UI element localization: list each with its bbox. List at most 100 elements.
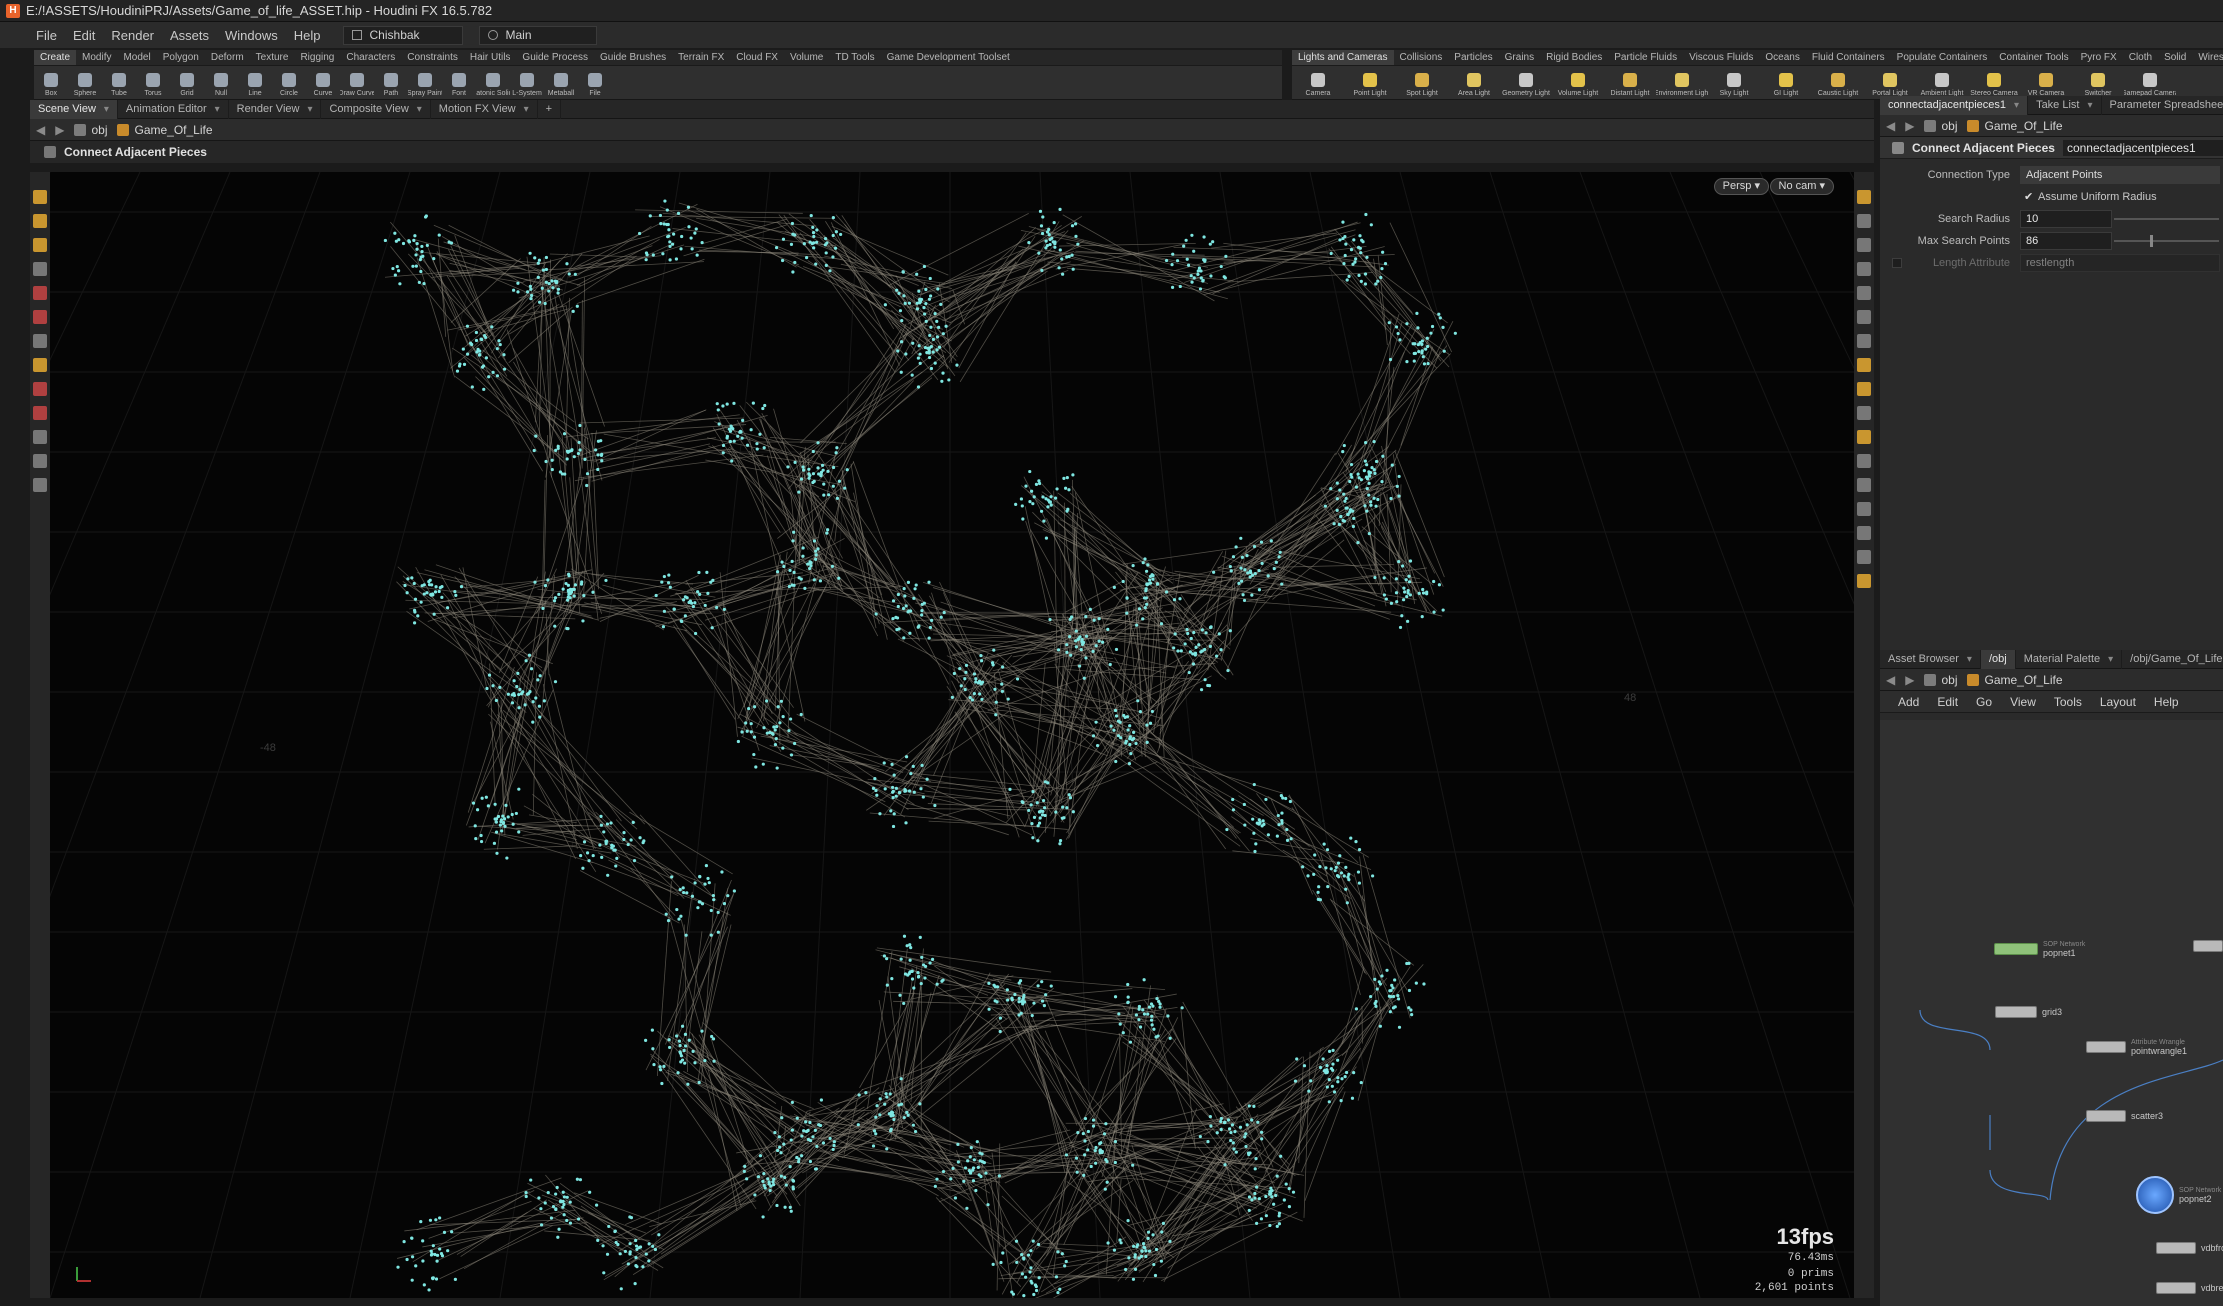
left-shelf-tab[interactable]: Volume [784,50,829,65]
ghost-icon[interactable] [1857,214,1871,228]
shading-icon[interactable] [1857,286,1871,300]
right-shelf-tool[interactable]: Area Light [1448,66,1500,99]
path-node[interactable]: Game_Of_Life [1967,673,2063,687]
left-shelf-tool[interactable]: Circle [272,66,306,99]
tab-scene-view[interactable]: Scene View ▾ [30,99,118,119]
left-shelf-tab[interactable]: Create [34,50,77,65]
right-shelf-tool[interactable]: VR Camera [2020,66,2072,99]
path-node[interactable]: Game_Of_Life [117,123,213,137]
left-shelf-tab[interactable]: Model [117,50,156,65]
wire-icon[interactable] [1857,334,1871,348]
render-icon[interactable] [1857,574,1871,588]
add-tab-button[interactable]: + [538,99,562,119]
node-vdbfrompoly[interactable]: vdbfrompoly [2156,1242,2223,1254]
tab-menu-icon[interactable]: ▾ [417,100,422,119]
tab-asset-browser[interactable]: Asset Browser ▾ [1880,649,1981,669]
tab-menu-icon[interactable]: ▾ [215,100,220,119]
tab-menu-icon[interactable]: ▾ [2014,96,2019,115]
workspace-selector[interactable]: Main [478,25,597,45]
light-icon[interactable] [1857,262,1871,276]
right-shelf-tool[interactable]: Sky Light [1708,66,1760,99]
left-shelf-tool[interactable]: Box [34,66,68,99]
search-radius-field[interactable]: 10 [2020,210,2112,228]
slider-handle-icon[interactable] [2150,235,2153,247]
tab-parameter-spreadsheet[interactable]: Parameter Spreadsheet [2102,96,2223,115]
checkbox-icon[interactable]: ✔ [2024,192,2034,203]
right-shelf-tab[interactable]: Populate Containers [1891,50,1994,65]
right-shelf-tab[interactable]: Grains [1499,50,1540,65]
net-menu-layout[interactable]: Layout [2100,695,2136,709]
right-shelf-tab[interactable]: Cloth [2123,50,2158,65]
node-popnet2[interactable]: SOP Network popnet2 [2136,1176,2221,1214]
left-shelf-tab[interactable]: Game Development Toolset [881,50,1016,65]
tab-network-path[interactable]: /obj/Game_Of_Life [2122,650,2223,669]
left-shelf-tool[interactable]: Grid [170,66,204,99]
snap-tool-icon[interactable] [33,358,47,372]
right-shelf-tab[interactable]: Particles [1448,50,1498,65]
left-shelf-tab[interactable]: Terrain FX [672,50,730,65]
menu-edit[interactable]: Edit [73,28,95,43]
left-shelf-tab[interactable]: Constraints [401,50,464,65]
forward-arrow-icon[interactable]: ▶ [1905,673,1914,687]
tab-parameters[interactable]: connectadjacentpieces1 ▾ [1880,95,2029,115]
left-shelf-tool[interactable]: Metaball [544,66,578,99]
menu-windows[interactable]: Windows [225,28,278,43]
left-shelf-tab[interactable]: Guide Process [516,50,594,65]
rotate-tool-icon[interactable] [33,238,47,252]
path-node[interactable]: Game_Of_Life [1967,119,2063,133]
connection-type-menu[interactable]: Adjacent Points [2020,166,2220,184]
tab-menu-icon[interactable]: ▾ [2108,650,2113,669]
right-shelf-tool[interactable]: Portal Light [1864,66,1916,99]
left-shelf-tool[interactable]: Null [204,66,238,99]
guide-icon[interactable] [1857,430,1871,444]
tab-motion-fx-view[interactable]: Motion FX View ▾ [431,99,538,119]
right-shelf-tab[interactable]: Pyro FX [2075,50,2123,65]
magnet-icon[interactable] [33,382,47,396]
snap-edge-icon[interactable] [33,430,47,444]
camera-icon[interactable] [1857,358,1871,372]
right-shelf-tool[interactable]: GI Light [1760,66,1812,99]
camera-menu-button[interactable]: No cam ▾ [1769,178,1834,195]
back-arrow-icon[interactable]: ◀ [36,123,45,137]
menu-help[interactable]: Help [294,28,321,43]
node-grid3[interactable]: grid3 [1995,1006,2062,1018]
right-shelf-tab[interactable]: Particle Fluids [1608,50,1683,65]
back-arrow-icon[interactable]: ◀ [1886,119,1895,133]
right-shelf-tool[interactable]: Camera [1292,66,1344,99]
desktop-selector[interactable]: Chishbak [342,25,463,45]
left-shelf-tab[interactable]: Deform [205,50,250,65]
net-menu-help[interactable]: Help [2154,695,2179,709]
view-tool-icon[interactable] [33,334,47,348]
right-shelf-tab[interactable]: Container Tools [1993,50,2074,65]
tab-menu-icon[interactable]: ▾ [2087,96,2092,115]
right-shelf-tool[interactable]: Environment Light [1656,66,1708,99]
right-shelf-tab[interactable]: Collisions [1394,50,1449,65]
persp-menu-button[interactable]: Persp ▾ [1713,178,1769,195]
snap-prim-icon[interactable] [33,454,47,468]
max-points-field[interactable]: 86 [2020,232,2112,250]
right-shelf-tool[interactable]: Distant Light [1604,66,1656,99]
normals-icon[interactable] [1857,406,1871,420]
visibility-icon[interactable] [33,478,47,492]
forward-arrow-icon[interactable]: ▶ [1905,119,1914,133]
max-points-slider[interactable] [2114,240,2219,242]
right-shelf-tab[interactable]: Rigid Bodies [1540,50,1608,65]
path-root[interactable]: obj [1924,119,1957,133]
tab-animation-editor[interactable]: Animation Editor ▾ [118,99,229,119]
node-name-field[interactable]: connectadjacentpieces1 [2062,139,2223,156]
menu-render[interactable]: Render [111,28,154,43]
scale-tool-icon[interactable] [33,262,47,276]
tab-menu-icon[interactable]: ▾ [307,100,312,119]
tab-material-palette[interactable]: Material Palette ▾ [2016,649,2123,669]
left-shelf-tool[interactable]: File [578,66,612,99]
pose-tool-icon[interactable] [33,310,47,324]
right-shelf-tab[interactable]: Wires [2192,50,2223,65]
search-radius-slider[interactable] [2114,218,2219,220]
display-options-icon[interactable] [1857,190,1871,204]
path-root[interactable]: obj [74,123,107,137]
left-shelf-tab[interactable]: Rigging [294,50,340,65]
node-pointwrangle1[interactable]: Attribute Wrangle pointwrangle1 [2086,1038,2187,1056]
tab-composite-view[interactable]: Composite View ▾ [321,99,431,119]
net-menu-add[interactable]: Add [1898,695,1919,709]
network-view[interactable]: SOP Network popnet1 grid3 Attribute Wrang… [1880,720,2223,1306]
